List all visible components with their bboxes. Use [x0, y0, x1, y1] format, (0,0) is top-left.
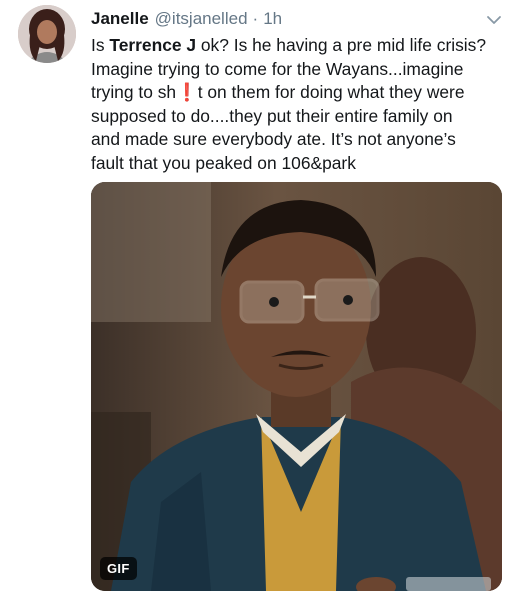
gif-image: [91, 182, 502, 591]
tweet-text-line: and made sure everybody ate. It’s not an…: [91, 129, 456, 150]
display-name[interactable]: Janelle: [91, 9, 149, 29]
tweet-text: Is Terrence J ok? Is he having a pre mid…: [91, 34, 511, 176]
tweet-text-line: fault that you peaked on 106&park: [91, 152, 356, 173]
user-handle[interactable]: @itsjanelled: [155, 9, 248, 29]
tweet-media-gif[interactable]: [91, 182, 502, 591]
tweet-text-line: supposed to do....they put their entire …: [91, 105, 453, 126]
tweet-text-line: Imagine trying to come for the Wayans...…: [91, 58, 464, 79]
tweet-text-line: trying to sh❗t on them for doing what th…: [91, 82, 465, 103]
avatar-image: [18, 5, 76, 63]
tweet-header: Janelle @itsjanelled · 1h: [91, 9, 502, 31]
separator-dot: ·: [252, 9, 259, 28]
chevron-down-icon[interactable]: [486, 12, 502, 28]
exclamation-emoji-icon: ❗: [176, 82, 198, 103]
mention-bold: Terrence J: [109, 35, 197, 55]
tweet-text-line: Is Terrence J ok? Is he having a pre mid…: [91, 35, 487, 55]
tweet-card: Janelle @itsjanelled · 1h Is Terrence J …: [0, 0, 522, 600]
avatar[interactable]: [18, 5, 76, 63]
gif-badge: GIF: [100, 557, 137, 580]
timestamp[interactable]: 1h: [263, 9, 282, 29]
